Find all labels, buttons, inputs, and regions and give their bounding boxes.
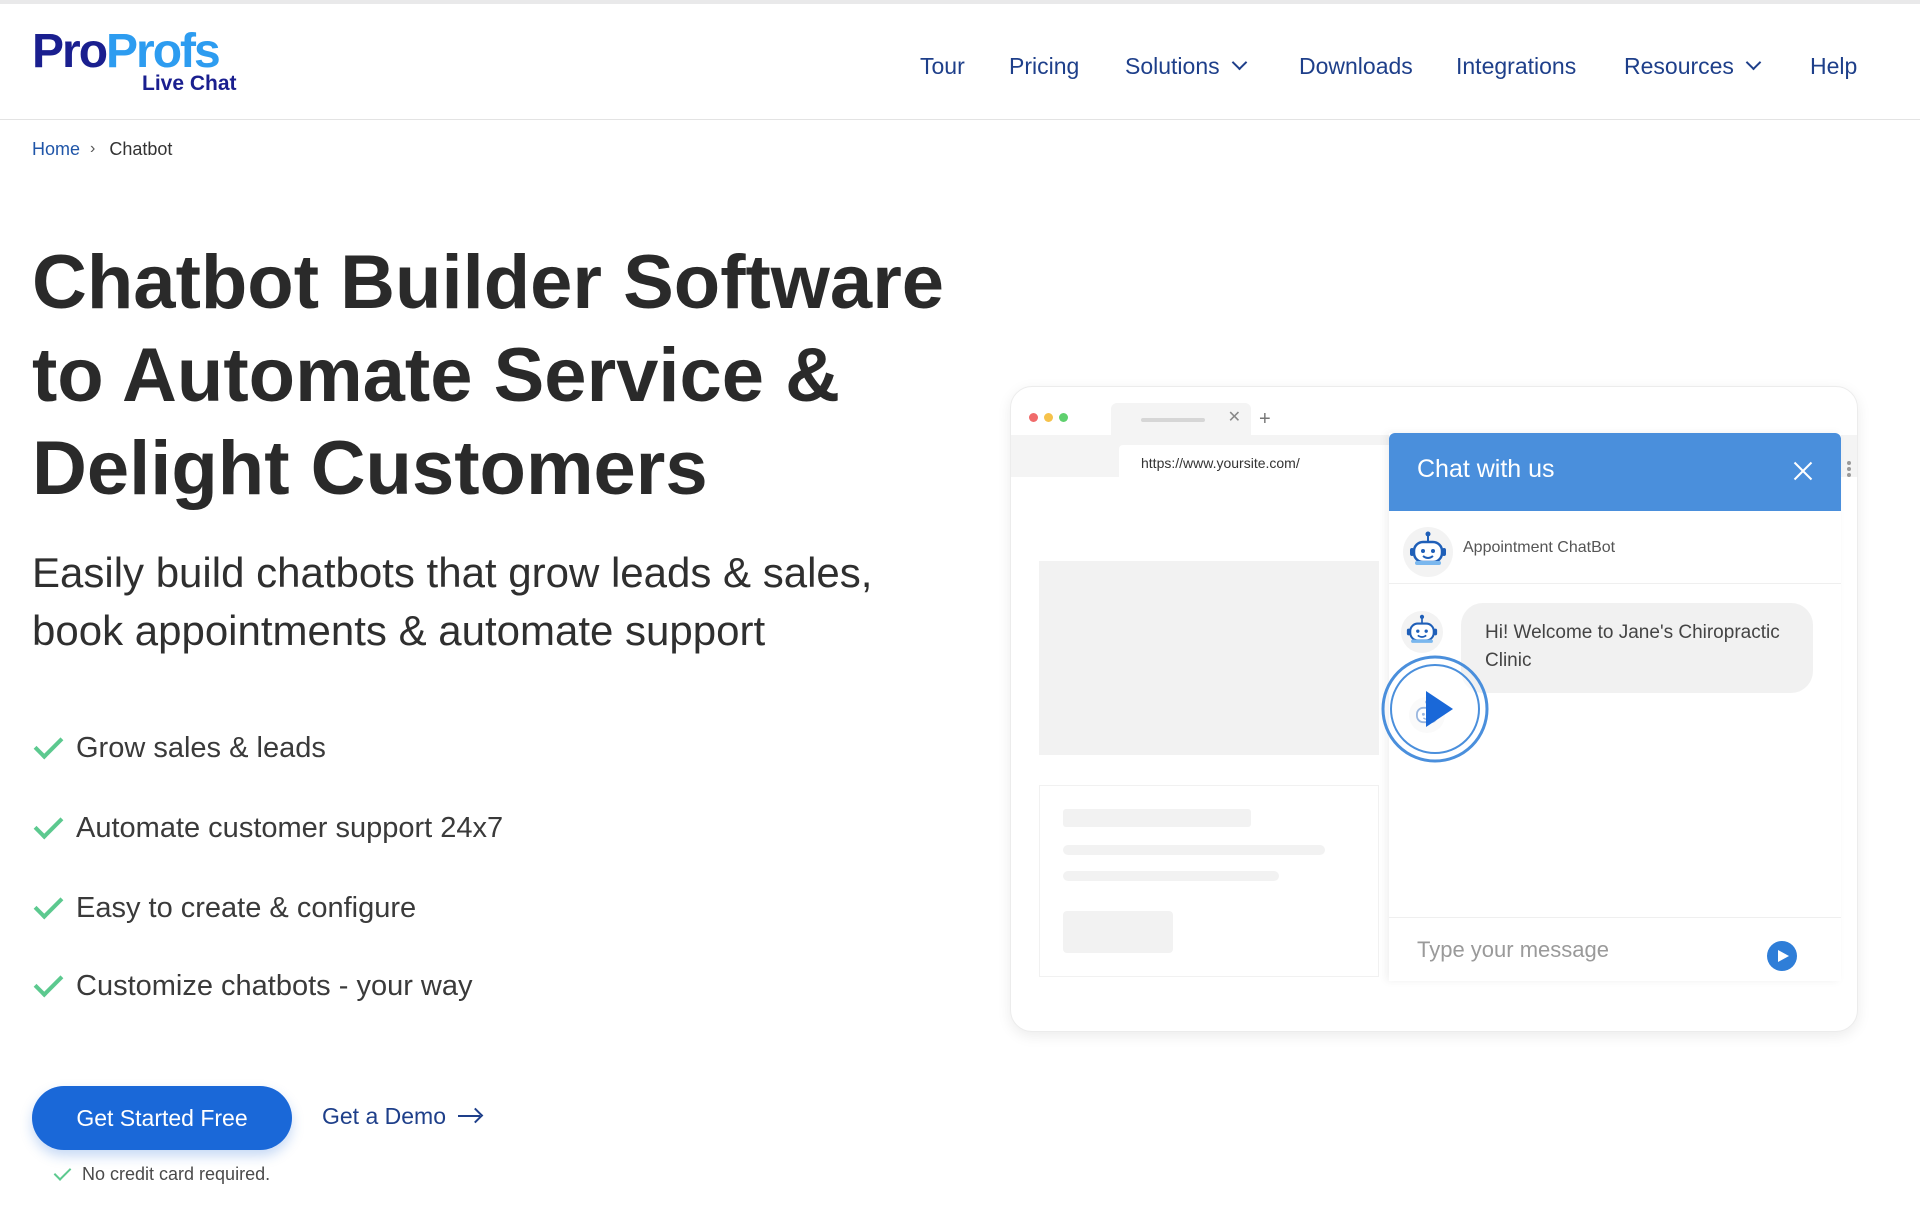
- window-controls: [1029, 413, 1068, 422]
- placeholder-hero-block: [1039, 561, 1379, 755]
- logo-profs-text: Profs: [106, 25, 221, 78]
- close-dot-icon: [1029, 413, 1038, 422]
- check-icon: [32, 735, 64, 761]
- chevron-down-icon: [1745, 54, 1762, 70]
- get-a-demo-label: Get a Demo: [322, 1102, 446, 1129]
- chevron-down-icon: [1231, 54, 1247, 70]
- nav-solutions-label: Solutions: [1125, 53, 1220, 79]
- breadcrumb-separator: ›: [90, 140, 96, 157]
- nav-downloads[interactable]: Downloads: [1299, 48, 1413, 84]
- browser-tab: ✕: [1111, 403, 1251, 435]
- feature-text: Grow sales & leads: [76, 731, 326, 764]
- chat-title: Chat with us: [1417, 455, 1555, 483]
- divider: [1389, 917, 1841, 918]
- feature-item: Automate customer support 24x7: [32, 808, 503, 848]
- check-icon: [52, 1164, 72, 1184]
- plus-icon: +: [1259, 408, 1271, 430]
- check-icon: [32, 973, 64, 999]
- nav-pricing[interactable]: Pricing: [1009, 48, 1079, 84]
- maximize-dot-icon: [1059, 413, 1068, 422]
- get-started-free-button[interactable]: Get Started Free: [32, 1086, 292, 1150]
- site-header: ProProfs Live Chat Tour Pricing Solution…: [0, 4, 1920, 120]
- placeholder-line: [1063, 809, 1251, 827]
- nav-tour[interactable]: Tour: [920, 48, 965, 84]
- nav-resources[interactable]: Resources: [1624, 48, 1762, 84]
- url-bar: https://www.yoursite.com/: [1119, 445, 1409, 481]
- chat-header: Chat with us: [1389, 433, 1841, 511]
- breadcrumb-current: Chatbot: [109, 139, 173, 159]
- nav-integrations[interactable]: Integrations: [1456, 48, 1576, 84]
- placeholder-line: [1063, 871, 1279, 881]
- feature-item: Customize chatbots - your way: [32, 966, 472, 1006]
- placeholder-button: [1063, 911, 1173, 953]
- nav-tour-label: Tour: [920, 53, 965, 79]
- check-icon: [32, 815, 64, 841]
- feature-item: Grow sales & leads: [32, 728, 326, 768]
- no-credit-card-text: No credit card required.: [82, 1163, 271, 1184]
- more-options-icon: [1845, 459, 1853, 481]
- check-icon: [32, 895, 64, 921]
- feature-text: Automate customer support 24x7: [76, 811, 504, 844]
- placeholder-line: [1063, 845, 1325, 855]
- logo-product-name: Live Chat: [142, 72, 237, 95]
- arrow-right-icon: [456, 1106, 484, 1126]
- nav-downloads-label: Downloads: [1299, 53, 1413, 79]
- play-video-button[interactable]: [1381, 655, 1489, 763]
- chat-message-input: Type your message: [1417, 937, 1609, 962]
- tab-title-placeholder: [1141, 418, 1205, 422]
- feature-text: Easy to create & configure: [76, 891, 417, 924]
- bot-message-bubble: Hi! Welcome to Jane's Chiropractic Clini…: [1461, 603, 1813, 693]
- nav-pricing-label: Pricing: [1009, 53, 1080, 79]
- send-icon: [1767, 941, 1797, 971]
- page-title: Chatbot Builder Software to Automate Ser…: [32, 240, 945, 511]
- get-a-demo-link[interactable]: Get a Demo: [322, 1098, 484, 1134]
- feature-item: Easy to create & configure: [32, 888, 416, 928]
- minimize-dot-icon: [1044, 413, 1053, 422]
- nav-help-label: Help: [1810, 53, 1858, 79]
- logo-pro-text: Pro: [32, 25, 108, 78]
- bot-avatar-icon: [1403, 527, 1453, 577]
- breadcrumb: Home › Chatbot: [32, 138, 172, 160]
- browser-mockup: ✕ + https://www.yoursite.com/ Chat with …: [1010, 386, 1858, 1032]
- close-icon: [1791, 459, 1815, 483]
- nav-solutions[interactable]: Solutions: [1125, 48, 1247, 84]
- bot-name: Appointment ChatBot: [1463, 539, 1616, 556]
- feature-text: Customize chatbots - your way: [76, 969, 473, 1002]
- hero-subtitle: Easily build chatbots that grow leads & …: [32, 549, 873, 654]
- nav-integrations-label: Integrations: [1456, 53, 1577, 79]
- bot-avatar-icon: [1401, 611, 1443, 653]
- proprofs-logo[interactable]: ProProfs Live Chat: [32, 24, 242, 104]
- nav-help[interactable]: Help: [1810, 48, 1857, 84]
- divider: [1389, 583, 1841, 584]
- nav-resources-label: Resources: [1624, 53, 1734, 79]
- close-icon: ✕: [1227, 409, 1241, 426]
- no-credit-card-note: No credit card required.: [52, 1162, 270, 1186]
- play-icon: [1381, 655, 1489, 763]
- breadcrumb-home-link[interactable]: Home: [32, 138, 80, 160]
